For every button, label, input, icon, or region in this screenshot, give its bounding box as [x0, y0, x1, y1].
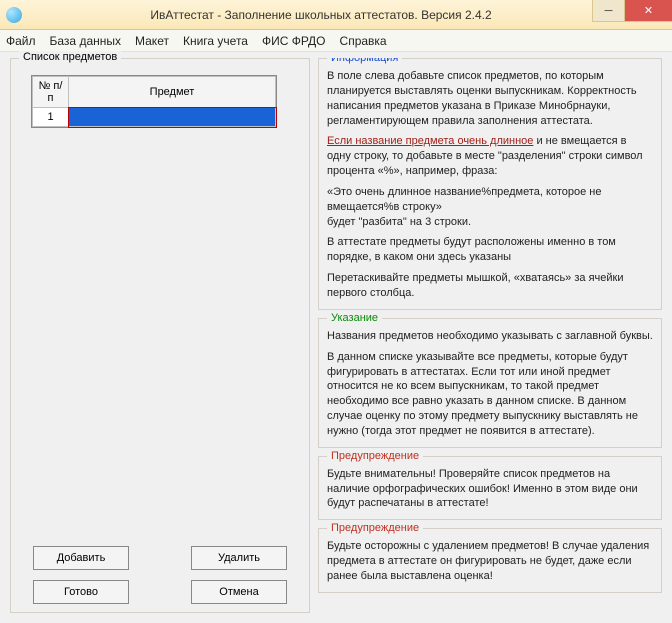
right-column: Информация В поле слева добавьте список … [318, 58, 662, 613]
info-text: Перетаскивайте предметы мышкой, «хватаяс… [327, 271, 653, 301]
window-buttons: ─ ✕ [592, 0, 672, 22]
info-text: Если название предмета очень длинное и н… [327, 134, 653, 179]
warning1-text: Будьте внимательны! Проверяйте список пр… [327, 467, 653, 512]
info-text: «Это очень длинное название%предмета, ко… [327, 185, 653, 215]
warning1-legend: Предупреждение [327, 449, 423, 464]
button-row-2: Готово Отмена [19, 580, 301, 604]
info-text: В аттестате предметы будут расположены и… [327, 235, 653, 265]
hint-legend: Указание [327, 311, 382, 326]
titlebar: ИвАттестат - Заполнение школьных аттеста… [0, 0, 672, 30]
menu-file[interactable]: Файл [6, 34, 36, 48]
info-long-name-hint: Если название предмета очень длинное [327, 135, 533, 147]
warning2-legend: Предупреждение [327, 521, 423, 536]
close-button[interactable]: ✕ [624, 0, 672, 22]
cell-subject-selected[interactable] [69, 108, 276, 127]
client-area: Список предметов № п/п Предмет 1 Добавит… [0, 52, 672, 623]
minimize-button[interactable]: ─ [592, 0, 624, 22]
col-header-number[interactable]: № п/п [33, 77, 69, 108]
info-text: будет "разбита" на 3 строки. [327, 215, 653, 230]
cell-number[interactable]: 1 [33, 108, 69, 127]
hint-text: В данном списке указывайте все предметы,… [327, 350, 653, 439]
menu-book[interactable]: Книга учета [183, 34, 248, 48]
menu-help[interactable]: Справка [340, 34, 387, 48]
window-title: ИвАттестат - Заполнение школьных аттеста… [30, 8, 672, 22]
subjects-groupbox: Список предметов № п/п Предмет 1 Добавит… [10, 58, 310, 613]
button-row-1: Добавить Удалить [19, 546, 301, 570]
left-column: Список предметов № п/п Предмет 1 Добавит… [10, 58, 310, 613]
hint-text: Названия предметов необходимо указывать … [327, 329, 653, 344]
subjects-table[interactable]: № п/п Предмет 1 [31, 75, 277, 128]
col-header-subject[interactable]: Предмет [69, 77, 276, 108]
info-legend: Информация [327, 58, 402, 66]
ready-button[interactable]: Готово [33, 580, 129, 604]
menu-fis-frdo[interactable]: ФИС ФРДО [262, 34, 326, 48]
cancel-button[interactable]: Отмена [191, 580, 287, 604]
hint-groupbox: Указание Названия предметов необходимо у… [318, 318, 662, 448]
info-text: В поле слева добавьте список предметов, … [327, 69, 653, 128]
app-icon [6, 7, 22, 23]
menu-layout[interactable]: Макет [135, 34, 169, 48]
menubar: Файл База данных Макет Книга учета ФИС Ф… [0, 30, 672, 52]
warning2-groupbox: Предупреждение Будьте осторожны с удален… [318, 528, 662, 593]
table-row[interactable]: 1 [33, 108, 276, 127]
menu-database[interactable]: База данных [50, 34, 121, 48]
warning2-text: Будьте осторожны с удалением предметов! … [327, 539, 653, 584]
subjects-legend: Список предметов [19, 51, 121, 63]
delete-button[interactable]: Удалить [191, 546, 287, 570]
warning1-groupbox: Предупреждение Будьте внимательны! Прове… [318, 456, 662, 521]
info-groupbox: Информация В поле слева добавьте список … [318, 58, 662, 310]
add-button[interactable]: Добавить [33, 546, 129, 570]
